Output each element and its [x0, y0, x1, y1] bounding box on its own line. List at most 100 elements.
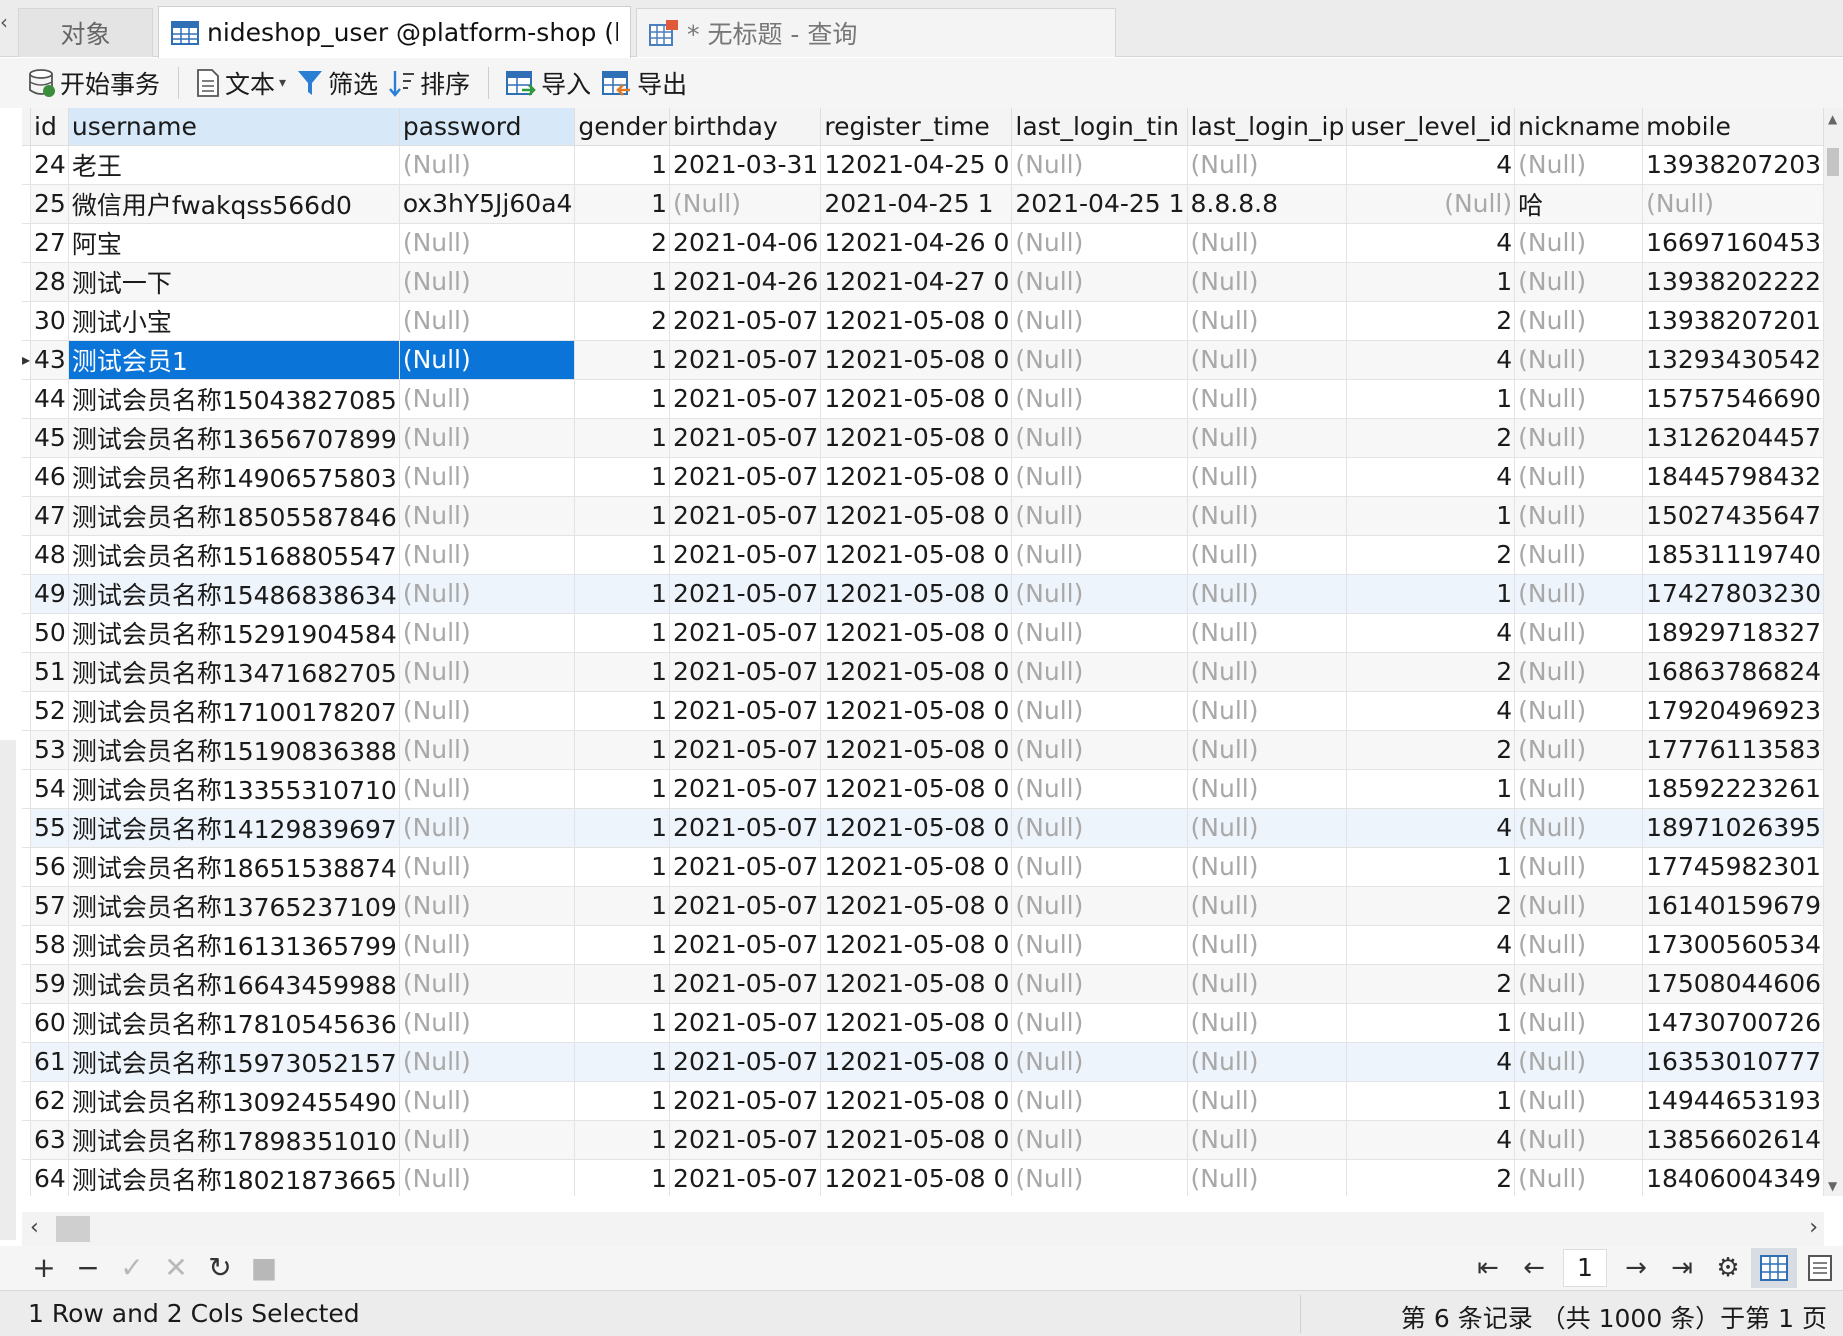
- cell-password[interactable]: (Null): [399, 1042, 576, 1082]
- cell-id[interactable]: 27: [30, 223, 69, 263]
- cell-id[interactable]: 53: [30, 730, 69, 770]
- cell-id[interactable]: 58: [30, 925, 69, 965]
- stop-icon[interactable]: ■: [248, 1250, 280, 1284]
- cell-birthday[interactable]: 2021-05-07: [669, 1159, 822, 1196]
- cell-mobile[interactable]: 18971026395: [1642, 808, 1824, 848]
- cell-password[interactable]: (Null): [399, 301, 576, 341]
- cell-birthday[interactable]: 2021-05-07: [669, 301, 822, 341]
- table-row[interactable]: 45 测试会员名称13656707899 (Null) 1 2021-05-07 1202…: [22, 418, 1824, 458]
- cell-id[interactable]: 43: [30, 340, 69, 380]
- cell-last-login-ip[interactable]: (Null): [1187, 496, 1348, 536]
- cell-last-login-ip[interactable]: (Null): [1187, 223, 1348, 263]
- cell-last-login-ip[interactable]: (Null): [1187, 964, 1348, 1004]
- table-row[interactable]: 53 测试会员名称15190836388 (Null) 1 2021-05-07 1202…: [22, 730, 1824, 770]
- cell-password[interactable]: (Null): [399, 1159, 576, 1196]
- cell-user-level-id[interactable]: 1: [1346, 1081, 1516, 1121]
- row-indicator[interactable]: [22, 691, 32, 731]
- cell-id[interactable]: 60: [30, 1003, 69, 1043]
- row-indicator[interactable]: [22, 301, 32, 341]
- scroll-left-icon[interactable]: ‹: [30, 1215, 39, 1240]
- cell-last-login-ip[interactable]: (Null): [1187, 886, 1348, 926]
- cell-gender[interactable]: 1: [574, 379, 671, 419]
- cell-username[interactable]: 测试会员名称16131365799: [68, 925, 400, 965]
- cell-last-login-time[interactable]: (Null): [1011, 613, 1188, 653]
- data-grid[interactable]: id username password gender birthday reg…: [22, 108, 1824, 1196]
- cell-gender[interactable]: 1: [574, 964, 671, 1004]
- cell-gender[interactable]: 1: [574, 769, 671, 809]
- cell-username[interactable]: 测试会员1: [68, 340, 400, 380]
- table-row[interactable]: 56 测试会员名称18651538874 (Null) 1 2021-05-07 1202…: [22, 847, 1824, 887]
- cell-last-login-ip[interactable]: (Null): [1187, 769, 1348, 809]
- cell-gender[interactable]: 1: [574, 496, 671, 536]
- cell-register-time[interactable]: 12021-04-25 0: [820, 145, 1013, 185]
- table-row[interactable]: 24 老王 (Null) 1 2021-03-31 12021-04-25 0 (Null)…: [22, 145, 1824, 185]
- column-header-id[interactable]: id: [30, 108, 69, 146]
- row-indicator[interactable]: [22, 964, 32, 1004]
- cell-password[interactable]: (Null): [399, 886, 576, 926]
- cell-mobile[interactable]: 13293430542: [1642, 340, 1824, 380]
- cell-username[interactable]: 测试会员名称14129839697: [68, 808, 400, 848]
- row-indicator[interactable]: [22, 1003, 32, 1043]
- cell-register-time[interactable]: 12021-05-08 0: [820, 730, 1013, 770]
- cell-last-login-ip[interactable]: (Null): [1187, 1120, 1348, 1160]
- cell-last-login-ip[interactable]: (Null): [1187, 379, 1348, 419]
- cell-username[interactable]: 测试会员名称17898351010: [68, 1120, 400, 1160]
- cell-mobile[interactable]: 15757546690: [1642, 379, 1824, 419]
- apply-changes-icon[interactable]: ✓: [116, 1250, 148, 1284]
- cell-gender[interactable]: 1: [574, 1003, 671, 1043]
- cell-last-login-ip[interactable]: (Null): [1187, 535, 1348, 575]
- row-indicator[interactable]: [22, 613, 32, 653]
- grid-view-button[interactable]: [1751, 1248, 1797, 1288]
- cell-mobile[interactable]: 17300560534: [1642, 925, 1824, 965]
- cell-username[interactable]: 测试会员名称13656707899: [68, 418, 400, 458]
- cell-mobile[interactable]: 18531119740: [1642, 535, 1824, 575]
- cell-mobile[interactable]: 16863786824: [1642, 652, 1824, 692]
- cell-nickname[interactable]: (Null): [1514, 652, 1644, 692]
- cell-birthday[interactable]: 2021-05-07: [669, 769, 822, 809]
- cell-user-level-id[interactable]: 1: [1346, 496, 1516, 536]
- cell-nickname[interactable]: (Null): [1514, 223, 1644, 263]
- cell-nickname[interactable]: (Null): [1514, 418, 1644, 458]
- cell-register-time[interactable]: 12021-05-08 0: [820, 1120, 1013, 1160]
- row-indicator[interactable]: [22, 886, 32, 926]
- cell-birthday[interactable]: 2021-05-07: [669, 574, 822, 614]
- row-indicator[interactable]: [22, 184, 32, 224]
- cell-last-login-ip[interactable]: (Null): [1187, 418, 1348, 458]
- row-indicator[interactable]: [22, 379, 32, 419]
- cell-user-level-id[interactable]: 4: [1346, 691, 1516, 731]
- cell-gender[interactable]: 1: [574, 184, 671, 224]
- cell-password[interactable]: (Null): [399, 1081, 576, 1121]
- cell-id[interactable]: 50: [30, 613, 69, 653]
- cell-mobile[interactable]: 13126204457: [1642, 418, 1824, 458]
- cell-id[interactable]: 56: [30, 847, 69, 887]
- cell-register-time[interactable]: 12021-05-08 0: [820, 379, 1013, 419]
- cell-id[interactable]: 51: [30, 652, 69, 692]
- cell-last-login-time[interactable]: (Null): [1011, 730, 1188, 770]
- cell-birthday[interactable]: 2021-05-07: [669, 808, 822, 848]
- cell-nickname[interactable]: (Null): [1514, 964, 1644, 1004]
- cell-last-login-time[interactable]: (Null): [1011, 964, 1188, 1004]
- cell-password[interactable]: (Null): [399, 457, 576, 497]
- cell-last-login-time[interactable]: (Null): [1011, 301, 1188, 341]
- table-row[interactable]: 30 测试小宝 (Null) 2 2021-05-07 12021-05-08 0 (Nul…: [22, 301, 1824, 341]
- cell-mobile[interactable]: 17508044606: [1642, 964, 1824, 1004]
- cell-gender[interactable]: 1: [574, 691, 671, 731]
- cell-password[interactable]: (Null): [399, 418, 576, 458]
- row-indicator[interactable]: [22, 262, 32, 302]
- cell-nickname[interactable]: (Null): [1514, 145, 1644, 185]
- column-header-username[interactable]: username: [68, 108, 400, 146]
- row-indicator[interactable]: [22, 223, 32, 263]
- cell-last-login-time[interactable]: (Null): [1011, 262, 1188, 302]
- row-indicator[interactable]: [22, 925, 32, 965]
- cell-nickname[interactable]: (Null): [1514, 379, 1644, 419]
- scroll-right-icon[interactable]: ›: [1809, 1215, 1818, 1240]
- cell-last-login-time[interactable]: (Null): [1011, 886, 1188, 926]
- cell-last-login-time[interactable]: (Null): [1011, 574, 1188, 614]
- cell-user-level-id[interactable]: 4: [1346, 613, 1516, 653]
- cell-register-time[interactable]: 12021-05-08 0: [820, 925, 1013, 965]
- cell-birthday[interactable]: 2021-05-07: [669, 457, 822, 497]
- row-indicator[interactable]: [22, 418, 32, 458]
- cell-birthday[interactable]: 2021-05-07: [669, 652, 822, 692]
- cell-gender[interactable]: 1: [574, 145, 671, 185]
- cell-birthday[interactable]: 2021-05-07: [669, 340, 822, 380]
